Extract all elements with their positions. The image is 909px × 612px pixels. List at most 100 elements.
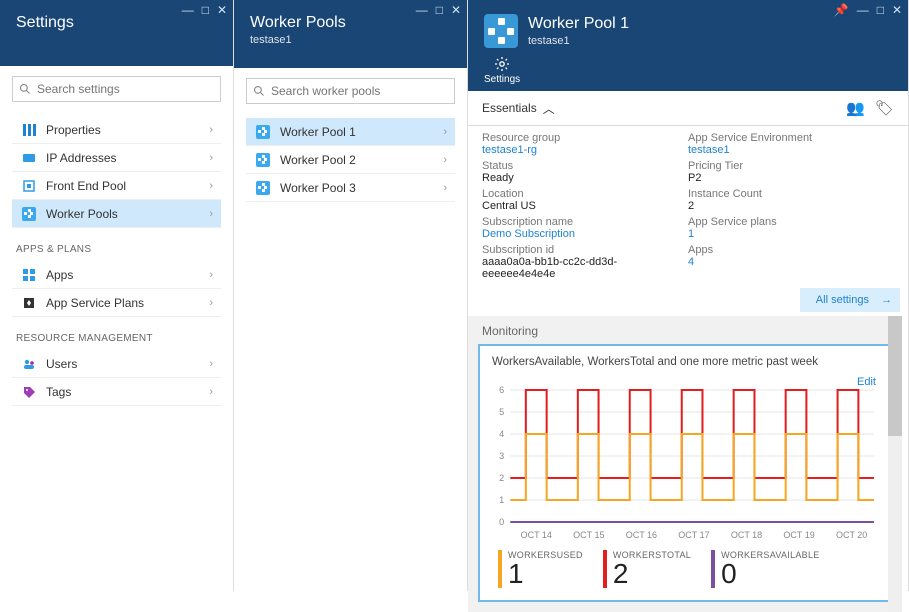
all-settings-label: All settings [808,291,877,309]
settings-item-ip-addresses[interactable]: IP Addresses› [12,144,221,172]
close-icon[interactable]: ✕ [451,4,461,16]
chevron-right-icon: › [443,182,447,194]
search-settings-input[interactable] [37,82,214,96]
search-worker-pools-input[interactable] [271,84,448,98]
essentials-field-pricing-tier: Pricing TierP2 [688,160,894,184]
item-label: Worker Pool 2 [280,153,356,167]
settings-action-label: Settings [484,74,520,85]
essentials-value: P2 [688,172,894,184]
x-tick-label: OCT 15 [573,530,604,540]
chevron-right-icon: › [209,208,213,220]
settings-item-front-end-pool[interactable]: Front End Pool› [12,172,221,200]
all-settings-row: All settings → [468,286,908,316]
all-settings-button[interactable]: All settings → [800,288,900,312]
worker-icon [254,125,272,139]
essentials-value[interactable]: 1 [688,228,894,240]
section-resource-mgmt: RESOURCE MANAGEMENT [16,333,221,344]
tags-icon [20,385,38,399]
search-worker-pools[interactable] [246,78,455,104]
minimize-icon[interactable]: — [416,4,428,16]
svg-text:0: 0 [499,517,504,526]
x-tick-label: OCT 20 [836,530,867,540]
properties-icon [20,123,38,137]
worker-pool-item-worker-pool-1[interactable]: Worker Pool 1› [246,118,455,146]
metric-value: 0 [721,560,820,588]
pin-icon[interactable]: 📌 [834,4,849,16]
svg-text:4: 4 [499,429,504,439]
essentials-label: Essentials [482,101,537,115]
worker-pool-item-worker-pool-3[interactable]: Worker Pool 3› [246,174,455,202]
users-icon [20,357,38,371]
settings-item-tags[interactable]: Tags› [12,378,221,406]
essentials-label: App Service plans [688,216,894,228]
detail-subtitle: testase1 [528,35,629,47]
worker-pool-icon [484,14,518,48]
roles-icon[interactable]: 👥 [846,99,865,117]
search-icon [253,85,265,97]
scrollbar-thumb[interactable] [888,316,902,436]
essentials-label: Apps [688,244,894,256]
essentials-field-instance-count: Instance Count2 [688,188,894,212]
settings-item-worker-pools[interactable]: Worker Pools› [12,200,221,228]
metric-workersused: WORKERSUSED1 [498,550,583,588]
monitoring-chart-card[interactable]: WorkersAvailable, WorkersTotal and one m… [478,344,892,602]
window-controls: — □ ✕ [416,4,461,16]
maximize-icon[interactable]: □ [202,4,209,16]
monitoring-label: Monitoring [482,324,892,338]
x-tick-label: OCT 17 [678,530,709,540]
minimize-icon[interactable]: — [182,4,194,16]
minimize-icon[interactable]: — [857,4,869,16]
frontend-icon [20,179,38,193]
settings-item-app-service-plans[interactable]: App Service Plans› [12,289,221,317]
settings-item-apps[interactable]: Apps› [12,261,221,289]
window-controls: 📌 — □ ✕ [834,4,902,16]
ip-icon [20,151,38,165]
worker-pool-item-worker-pool-2[interactable]: Worker Pool 2› [246,146,455,174]
essentials-label: Instance Count [688,188,894,200]
settings-action[interactable]: Settings [484,56,520,85]
worker-pool-detail-blade: 📌 — □ ✕ Worker Pool 1 testase1 Settings … [468,0,909,591]
metric-value: 1 [508,560,583,588]
svg-text:2: 2 [499,473,504,483]
search-settings[interactable] [12,76,221,102]
essentials-toggle[interactable]: Essentials ︿ 👥 🏷 [468,91,908,126]
worker-pools-subtitle: testase1 [250,34,451,46]
essentials-field-subscription-id: Subscription idaaaa0a0a-bb1b-cc2c-dd3d-e… [482,244,688,280]
essentials-value[interactable]: 4 [688,256,894,268]
chart-plot: 0123456 [492,386,878,526]
essentials-field-location: LocationCentral US [482,188,688,212]
maximize-icon[interactable]: □ [877,4,884,16]
essentials-grid: Resource grouptestase1-rgStatusReadyLoca… [468,126,908,286]
essentials-value: 2 [688,200,894,212]
maximize-icon[interactable]: □ [436,4,443,16]
essentials-value[interactable]: testase1-rg [482,144,688,156]
essentials-value[interactable]: testase1 [688,144,894,156]
chevron-up-icon: ︿ [543,100,555,117]
item-label: Tags [46,385,71,399]
essentials-value[interactable]: Demo Subscription [482,228,688,240]
plans-icon [20,296,38,310]
chart-metrics-row: WORKERSUSED1WORKERSTOTAL2WORKERSAVAILABL… [492,550,878,588]
settings-header: — □ ✕ Settings [0,0,233,66]
monitoring-section: Monitoring WorkersAvailable, WorkersTota… [468,316,902,612]
close-icon[interactable]: ✕ [217,4,227,16]
worker-pools-blade: — □ ✕ Worker Pools testase1 Worker Pool … [234,0,468,591]
chevron-right-icon: › [209,269,213,281]
x-tick-label: OCT 14 [521,530,552,540]
window-controls: — □ ✕ [182,4,227,16]
close-icon[interactable]: ✕ [892,4,902,16]
settings-item-users[interactable]: Users› [12,350,221,378]
chevron-right-icon: › [209,180,213,192]
essentials-value: Central US [482,200,688,212]
worker-icon [254,153,272,167]
tag-icon[interactable]: 🏷 [875,99,894,117]
essentials-label: Subscription id [482,244,688,256]
chart-title: WorkersAvailable, WorkersTotal and one m… [492,356,878,368]
x-tick-label: OCT 16 [626,530,657,540]
vertical-scrollbar[interactable] [888,316,902,612]
essentials-value: Ready [482,172,688,184]
settings-item-properties[interactable]: Properties› [12,116,221,144]
chevron-right-icon: › [209,152,213,164]
essentials-label: Status [482,160,688,172]
essentials-label: Pricing Tier [688,160,894,172]
